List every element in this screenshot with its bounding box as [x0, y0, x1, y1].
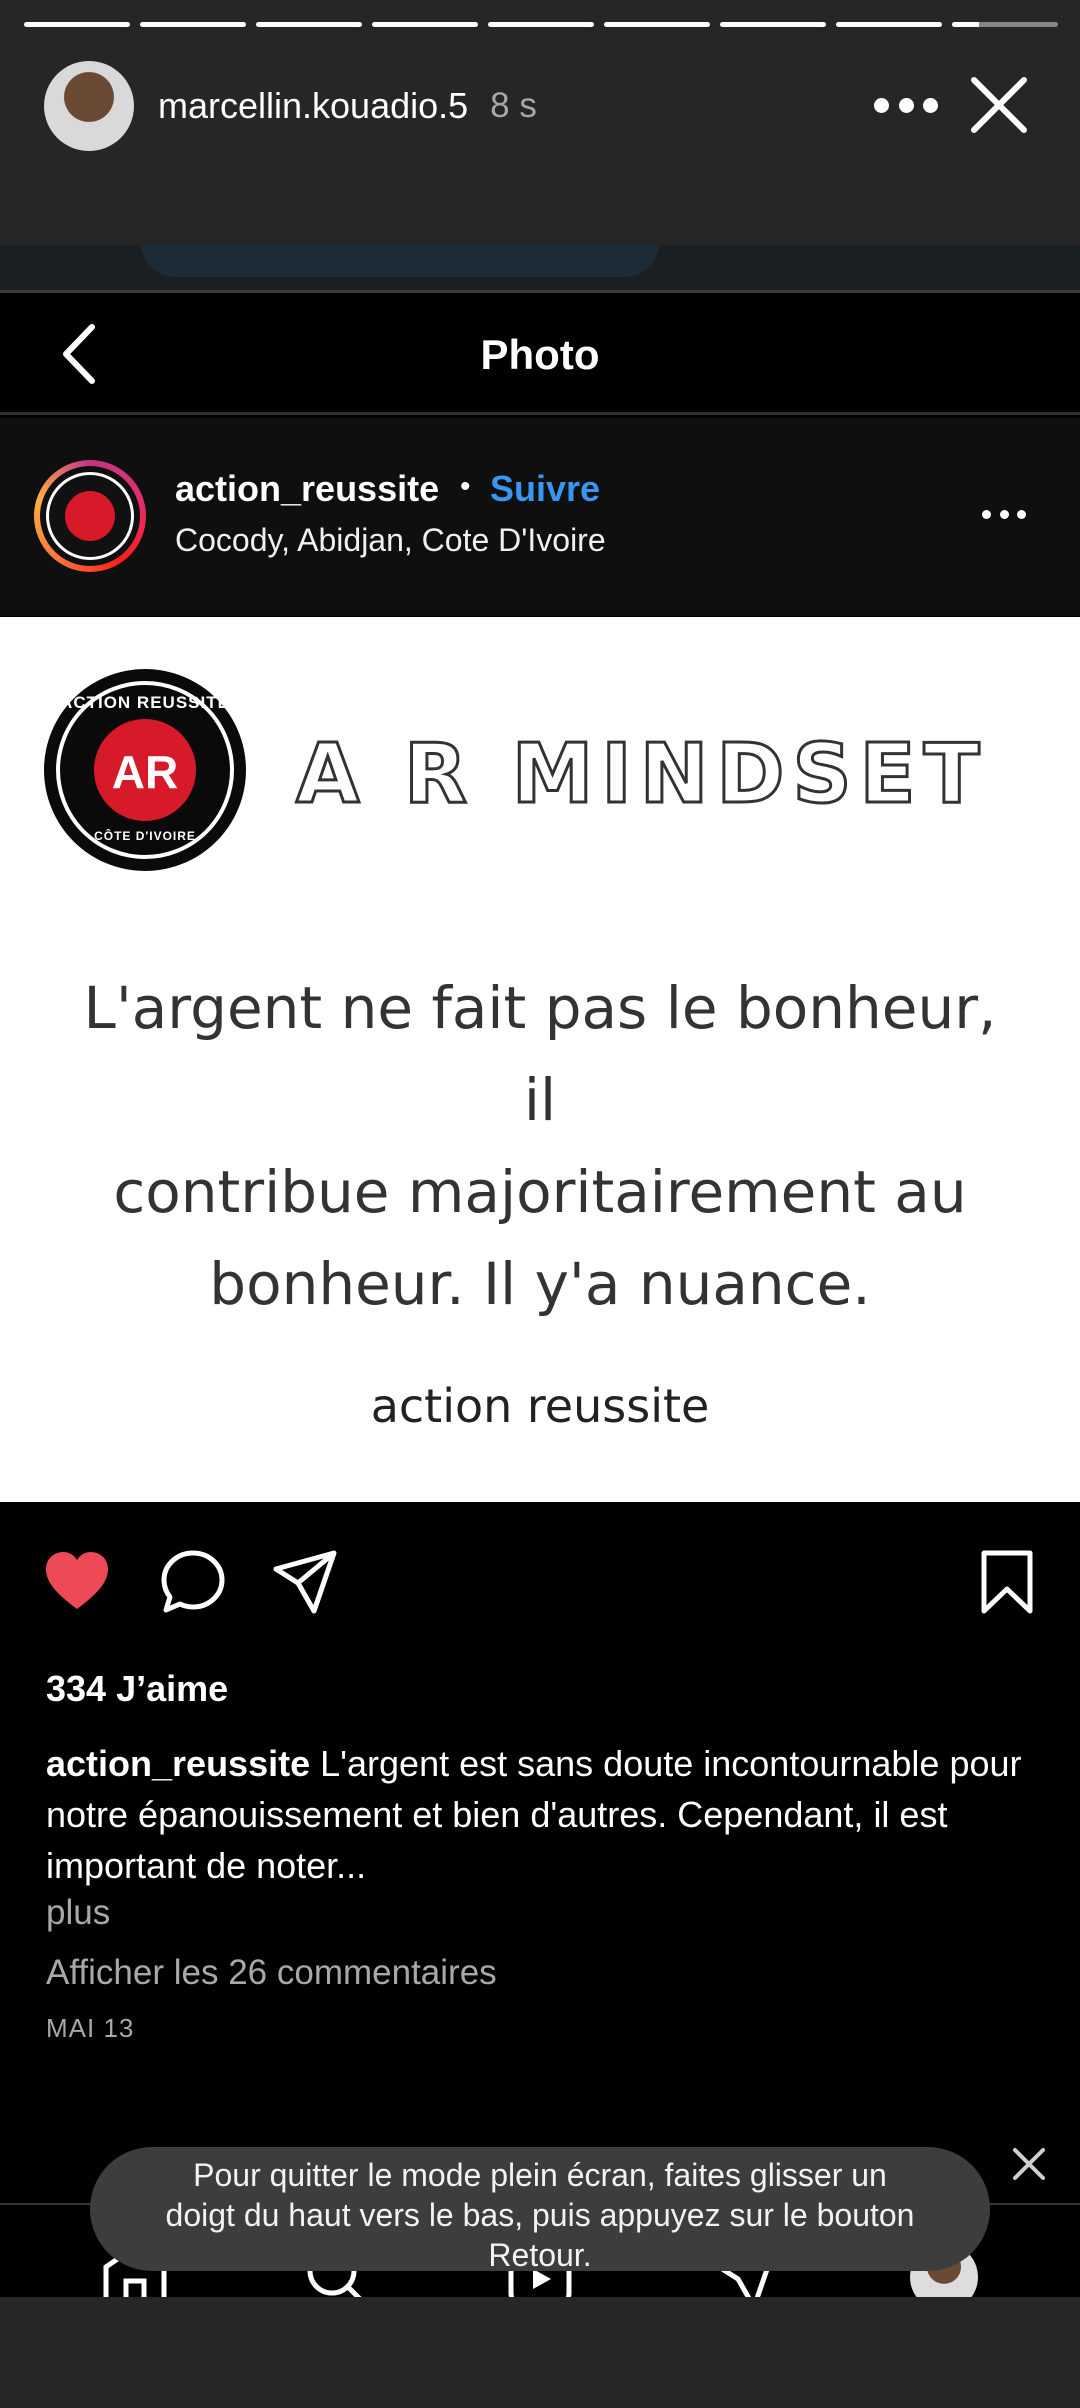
more-icon[interactable] [874, 80, 938, 130]
story-progress-bar [24, 22, 1058, 28]
story-timestamp: 8 s [490, 86, 537, 125]
quote-line: L'argent ne fait pas le bonheur, il [83, 974, 997, 1134]
story-bottom-area [0, 2298, 1080, 2408]
fullscreen-toast: Pour quitter le mode plein écran, faites… [90, 2147, 990, 2273]
top-nav-bar: Photo [0, 295, 1080, 415]
toast-close-icon[interactable] [1005, 2140, 1053, 2188]
post-date: MAI 13 [46, 2013, 135, 2043]
story-username[interactable]: marcellin.kouadio.5 [158, 85, 468, 127]
story-progress-segment [24, 22, 130, 27]
cropped-top-area [0, 245, 1080, 293]
shared-screenshot[interactable]: Photo action_reussite • Suivre Cocody, A… [0, 245, 1080, 2297]
post-more-icon[interactable] [982, 510, 1026, 522]
caption-more-link[interactable]: plus [46, 1893, 110, 1933]
account-username[interactable]: action_reussite [175, 468, 439, 510]
follow-button[interactable]: Suivre [490, 468, 600, 510]
post-caption: action_reussite L'argent est sans doute … [46, 1738, 1046, 1891]
story-progress-segment [140, 22, 246, 27]
view-comments-link[interactable]: Afficher les 26 commentaires [46, 1953, 497, 1993]
heart-icon[interactable] [42, 1547, 112, 1617]
logo-mark: AR [111, 746, 179, 798]
post-image[interactable]: ACTION REUSSITE AR CÔTE D'IVOIRE A R MIN… [0, 617, 1080, 1502]
quote-line: bonheur. Il y'a nuance. [209, 1250, 871, 1318]
story-progress-segment [836, 22, 942, 27]
page-title: Photo [480, 331, 600, 378]
story-progress-segment [604, 22, 710, 27]
separator-dot: • [460, 470, 471, 503]
post-location[interactable]: Cocody, Abidjan, Cote D'Ivoire [175, 522, 606, 559]
caption-username[interactable]: action_reussite [46, 1743, 310, 1784]
image-signature: action reussite [370, 1379, 710, 1433]
story-progress-segment [256, 22, 362, 27]
toast-line: doigt du haut vers le bas, puis appuyez … [165, 2197, 915, 2233]
account-avatar[interactable] [34, 460, 146, 572]
story-progress-segment [488, 22, 594, 27]
close-icon[interactable] [964, 70, 1034, 140]
toast-line: Pour quitter le mode plein écran, faites… [193, 2157, 887, 2193]
image-heading: A R MINDSET [295, 726, 988, 824]
story-progress-segment [952, 22, 1058, 27]
image-quote: L'argent ne fait pas le bonheur, il cont… [80, 962, 1000, 1330]
story-avatar[interactable] [44, 61, 134, 151]
bookmark-icon[interactable] [972, 1547, 1042, 1617]
logo-top-text: ACTION REUSSITE [60, 693, 230, 712]
send-icon[interactable] [270, 1547, 340, 1617]
action-bar [0, 1547, 1080, 1627]
story-progress-segment [720, 22, 826, 27]
brand-logo: ACTION REUSSITE AR CÔTE D'IVOIRE [44, 669, 246, 871]
likes-count[interactable]: 334 J’aime [46, 1668, 228, 1710]
story-header: marcellin.kouadio.5 8 s [44, 60, 1056, 152]
comment-icon[interactable] [158, 1547, 228, 1617]
logo-bottom-text: CÔTE D'IVOIRE [94, 829, 196, 843]
quote-line: contribue majoritairement au [113, 1158, 967, 1226]
post-header: action_reussite • Suivre Cocody, Abidjan… [0, 418, 1080, 616]
toast-line: Retour. [488, 2237, 592, 2273]
story-progress-segment [372, 22, 478, 27]
